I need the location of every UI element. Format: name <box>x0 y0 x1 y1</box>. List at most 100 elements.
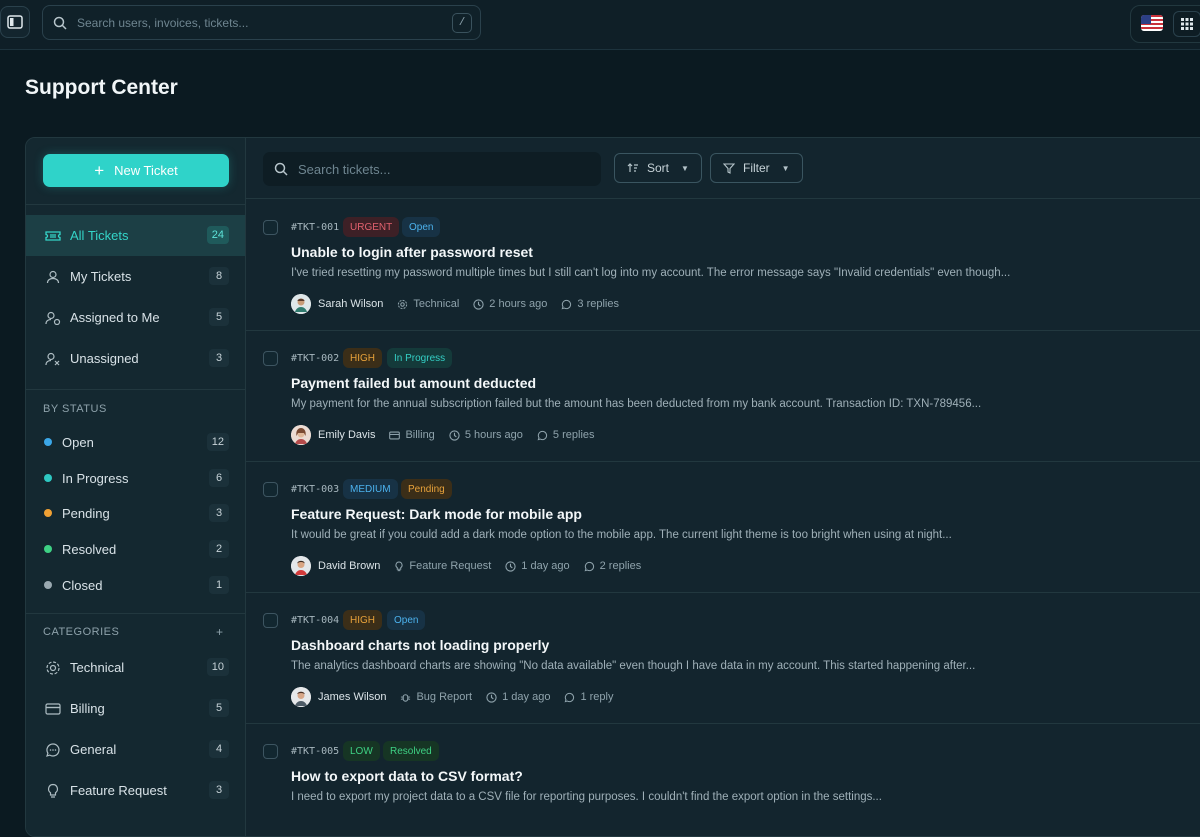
credit-card-icon <box>44 700 62 718</box>
sort-button[interactable]: Sort ▼ <box>614 153 702 183</box>
user-icon <box>44 268 62 286</box>
category-item-billing[interactable]: Billing 5 <box>26 688 245 729</box>
avatar <box>291 425 311 445</box>
ticket-replies: 2 replies <box>584 560 642 572</box>
ticket-replies: 1 reply <box>564 691 613 703</box>
ticket-title[interactable]: Payment failed but amount deducted <box>291 375 536 391</box>
status-dot <box>44 581 52 589</box>
ticket-description: It would be great if you could add a dar… <box>291 529 952 541</box>
category-item-feature-request[interactable]: Feature Request 3 <box>26 770 245 811</box>
lightbulb-icon <box>44 782 62 800</box>
status-dot <box>44 474 52 482</box>
sidebar-item-unassigned[interactable]: Unassigned 3 <box>26 338 245 379</box>
count-badge: 3 <box>209 504 229 522</box>
ticket-title[interactable]: How to export data to CSV format? <box>291 768 523 784</box>
ticket-category: Billing <box>389 429 434 441</box>
new-ticket-button[interactable]: + New Ticket <box>43 154 229 187</box>
ticket-replies-label: 5 replies <box>553 429 595 441</box>
ticket-meta: James Wilson Bug Report 1 day ago 1 repl… <box>291 686 627 708</box>
ticket-description: The analytics dashboard charts are showi… <box>291 660 975 672</box>
chat-icon <box>564 692 575 703</box>
status-label: In Progress <box>62 471 128 486</box>
divider <box>26 389 246 390</box>
status-badge: Resolved <box>383 741 439 761</box>
chat-icon <box>584 561 595 572</box>
ticket-row[interactable]: #TKT-005 LOW Resolved How to export data… <box>246 724 1200 837</box>
ticket-title[interactable]: Dashboard charts not loading properly <box>291 637 549 653</box>
ticket-row[interactable]: #TKT-003 MEDIUM Pending Feature Request:… <box>246 462 1200 593</box>
ticket-row[interactable]: #TKT-002 HIGH In Progress Payment failed… <box>246 331 1200 462</box>
count-badge: 12 <box>207 433 229 451</box>
ticket-checkbox[interactable] <box>263 482 278 497</box>
credit-card-icon <box>389 431 400 440</box>
sidebar-item-all-tickets[interactable]: All Tickets 24 <box>26 215 245 256</box>
sidebar-item-my-tickets[interactable]: My Tickets 8 <box>26 256 245 297</box>
status-item-resolved[interactable]: Resolved 2 <box>26 532 245 566</box>
count-badge: 8 <box>209 267 229 285</box>
status-dot <box>44 545 52 553</box>
sort-label: Sort <box>647 161 669 175</box>
search-icon <box>274 162 288 176</box>
avatar <box>291 294 311 314</box>
ticket-checkbox[interactable] <box>263 744 278 759</box>
count-badge: 10 <box>207 658 229 676</box>
ticket-replies-label: 3 replies <box>577 298 619 310</box>
ticket-author: Emily Davis <box>318 429 375 441</box>
categories-heading: CATEGORIES <box>43 626 119 638</box>
ticket-checkbox[interactable] <box>263 613 278 628</box>
count-badge: 3 <box>209 349 229 367</box>
status-label: Open <box>62 435 94 450</box>
count-badge: 24 <box>207 226 229 244</box>
status-label: Closed <box>62 578 102 593</box>
user-check-icon <box>44 309 62 327</box>
chat-icon <box>537 430 548 441</box>
ticket-search-placeholder: Search tickets... <box>298 162 390 177</box>
status-label: Resolved <box>62 542 116 557</box>
ticket-sidebar: + New Ticket All Tickets 24 My Tickets 8… <box>26 138 246 837</box>
ticket-id: #TKT-002 <box>291 353 339 364</box>
ticket-author: James Wilson <box>318 691 386 703</box>
status-label: Pending <box>62 506 110 521</box>
ticket-description: I've tried resetting my password multipl… <box>291 267 1010 279</box>
count-badge: 4 <box>209 740 229 758</box>
chevron-down-icon: ▼ <box>681 164 689 173</box>
filter-icon <box>723 163 735 174</box>
ticket-row[interactable]: #TKT-004 HIGH Open Dashboard charts not … <box>246 593 1200 724</box>
ticket-icon <box>44 227 62 245</box>
priority-badge: URGENT <box>343 217 399 237</box>
ticket-time: 2 hours ago <box>473 298 547 310</box>
status-item-open[interactable]: Open 12 <box>26 425 245 459</box>
sidebar-toggle-button[interactable] <box>0 6 30 38</box>
status-item-in-progress[interactable]: In Progress 6 <box>26 461 245 495</box>
add-category-button[interactable]: + <box>216 625 223 639</box>
global-search-input[interactable]: Search users, invoices, tickets... / <box>42 5 481 40</box>
us-flag-icon[interactable] <box>1141 15 1163 31</box>
ticket-search-input[interactable]: Search tickets... <box>263 152 601 186</box>
count-badge: 3 <box>209 781 229 799</box>
clock-icon <box>449 430 460 441</box>
category-item-general[interactable]: General 4 <box>26 729 245 770</box>
filter-button[interactable]: Filter ▼ <box>710 153 803 183</box>
apps-grid-button[interactable] <box>1173 11 1200 37</box>
ticket-checkbox[interactable] <box>263 351 278 366</box>
ticket-title[interactable]: Feature Request: Dark mode for mobile ap… <box>291 506 582 522</box>
status-item-pending[interactable]: Pending 3 <box>26 496 245 530</box>
ticket-row[interactable]: #TKT-001 URGENT Open Unable to login aft… <box>246 200 1200 331</box>
filter-label: Filter <box>743 161 770 175</box>
chat-icon <box>44 741 62 759</box>
count-badge: 2 <box>209 540 229 558</box>
grid-icon <box>1181 18 1193 30</box>
category-item-technical[interactable]: Technical 10 <box>26 647 245 688</box>
ticket-meta: Sarah Wilson Technical 2 hours ago 3 rep… <box>291 293 633 315</box>
priority-badge: MEDIUM <box>343 479 398 499</box>
ticket-time-label: 1 day ago <box>502 691 550 703</box>
ticket-checkbox[interactable] <box>263 220 278 235</box>
ticket-time-label: 5 hours ago <box>465 429 523 441</box>
count-badge: 5 <box>209 308 229 326</box>
sidebar-item-assigned-to-me[interactable]: Assigned to Me 5 <box>26 297 245 338</box>
support-panel: + New Ticket All Tickets 24 My Tickets 8… <box>25 137 1200 837</box>
ticket-replies: 5 replies <box>537 429 595 441</box>
status-item-closed[interactable]: Closed 1 <box>26 568 245 602</box>
ticket-title[interactable]: Unable to login after password reset <box>291 244 533 260</box>
status-badge: In Progress <box>387 348 452 368</box>
